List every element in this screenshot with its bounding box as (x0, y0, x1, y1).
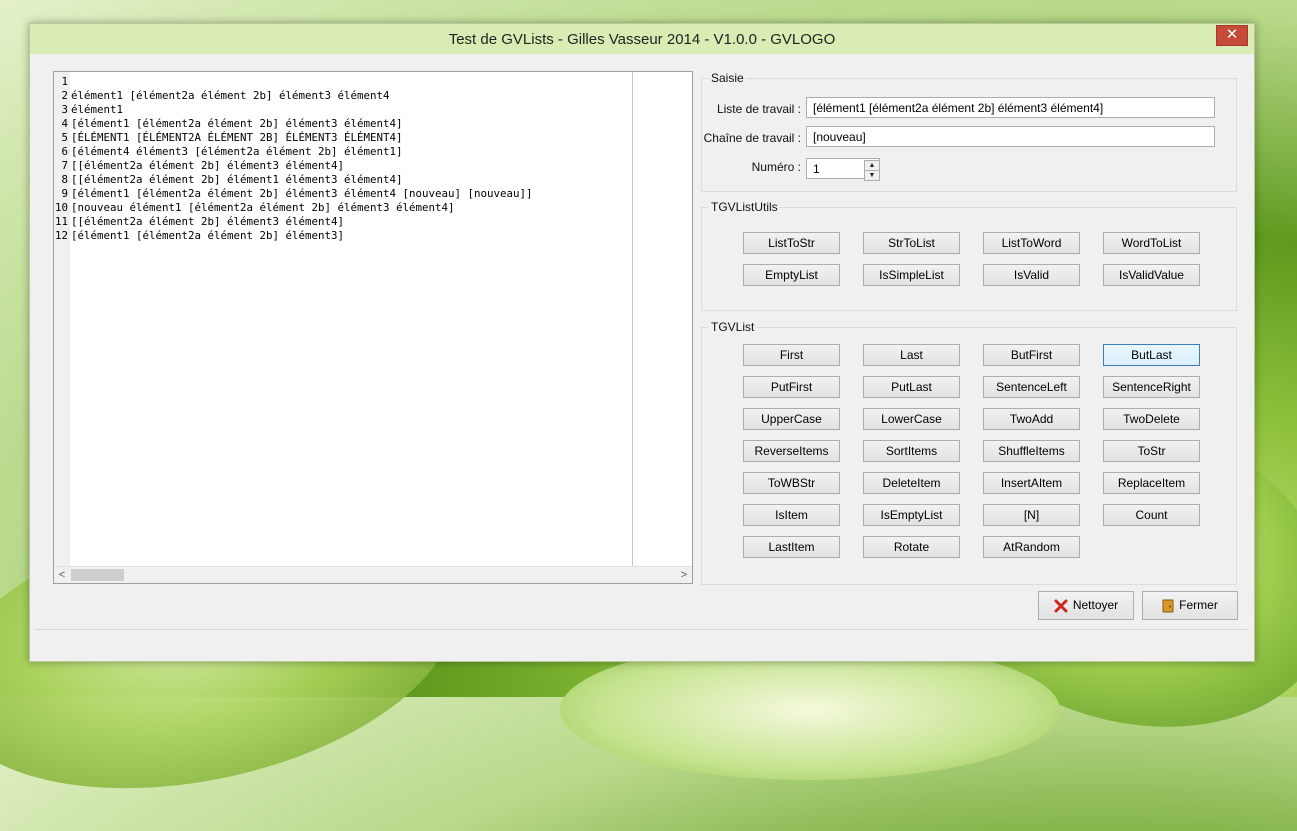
line-number: 10 (54, 201, 68, 214)
memo-line: 8 [[élément2a élément 2b] élément1 élémen… (54, 173, 533, 187)
list-count-button[interactable]: Count (1103, 504, 1200, 526)
list-uppercase-button[interactable]: UpperCase (743, 408, 840, 430)
list-sentenceright-button[interactable]: SentenceRight (1103, 376, 1200, 398)
utils-isvalidvalue-button[interactable]: IsValidValue (1103, 264, 1200, 286)
list-sortitems-button[interactable]: SortItems (863, 440, 960, 462)
horizontal-scrollbar[interactable]: < > (54, 566, 692, 583)
main-window: Test de GVLists - Gilles Vasseur 2014 - … (29, 23, 1255, 662)
list-atrandom-button[interactable]: AtRandom (983, 536, 1080, 558)
list-deleteitem-button[interactable]: DeleteItem (863, 472, 960, 494)
line-number: 9 (61, 187, 68, 200)
list-twodelete-button[interactable]: TwoDelete (1103, 408, 1200, 430)
chaine-label: Chaîne de travail : (703, 131, 801, 145)
memo-line: 2 élément1 [élément2a élément 2b] élément… (54, 89, 533, 103)
list-lowercase-button[interactable]: LowerCase (863, 408, 960, 430)
memo-line: 3 élément1 (54, 103, 533, 117)
memo-line: 4 [élément1 [élément2a élément 2b] élémen… (54, 117, 533, 131)
line-text: élément1 [élément2a élément 2b] élément3… (71, 89, 390, 102)
list-first-button[interactable]: First (743, 344, 840, 366)
saisie-group-title: Saisie (709, 71, 746, 85)
utils-isvalid-button[interactable]: IsValid (983, 264, 1080, 286)
list-butfirst-button[interactable]: ButFirst (983, 344, 1080, 366)
list-putfirst-button[interactable]: PutFirst (743, 376, 840, 398)
memo-line: 5 [ÉLÉMENT1 [ÉLÉMENT2A ÉLÉMENT 2B] ÉLÉMEN… (54, 131, 533, 145)
liste-label: Liste de travail : (716, 102, 801, 116)
nettoyer-button[interactable]: Nettoyer (1038, 591, 1134, 620)
tgvlistutils-group: TGVListUtils (701, 200, 1237, 311)
spin-down-button[interactable]: ▼ (864, 170, 880, 181)
close-button[interactable]: ✕ (1216, 25, 1248, 46)
line-number: 1 (61, 75, 68, 88)
line-text: [ÉLÉMENT1 [ÉLÉMENT2A ÉLÉMENT 2B] ÉLÉMENT… (71, 131, 403, 144)
list-sentenceleft-button[interactable]: SentenceLeft (983, 376, 1080, 398)
line-number: 11 (54, 215, 68, 228)
utils-listtoword-button[interactable]: ListToWord (983, 232, 1080, 254)
utils-wordtolist-button[interactable]: WordToList (1103, 232, 1200, 254)
line-text: [[élément2a élément 2b] élément3 élément… (71, 215, 345, 228)
memo-line: 12 [élément1 [élément2a élément 2b] éléme… (54, 229, 533, 243)
list-butlast-button[interactable]: ButLast (1103, 344, 1200, 366)
line-text: [élément4 élément3 [élément2a élément 2b… (71, 145, 403, 158)
nettoyer-label: Nettoyer (1072, 598, 1119, 612)
list-isemptylist-button[interactable]: IsEmptyList (863, 504, 960, 526)
scroll-right-arrow[interactable]: > (676, 567, 692, 583)
line-text: élément1 (71, 103, 124, 116)
utils-issimplelist-button[interactable]: IsSimpleList (863, 264, 960, 286)
list-replaceitem-button[interactable]: ReplaceItem (1103, 472, 1200, 494)
list-tostr-button[interactable]: ToStr (1103, 440, 1200, 462)
line-text: [élément1 [élément2a élément 2b] élément… (71, 187, 533, 200)
line-number: 6 (61, 145, 68, 158)
line-text: [nouveau élément1 [élément2a élément 2b]… (71, 201, 455, 214)
memo-line: 11 [[élément2a élément 2b] élément3 éléme… (54, 215, 533, 229)
right-margin-line (632, 72, 633, 566)
memo-lines: 1 2 élément1 [élément2a élément 2b] élémen… (54, 75, 533, 243)
tgvlist-group-title: TGVList (709, 320, 757, 334)
line-text: [élément1 [élément2a élément 2b] élément… (71, 229, 345, 242)
list-lastitem-button[interactable]: LastItem (743, 536, 840, 558)
scroll-thumb[interactable] (71, 569, 124, 581)
memo-line: 1 (54, 75, 533, 89)
memo-line: 6 [élément4 élément3 [élément2a élément 2… (54, 145, 533, 159)
line-text: [[élément2a élément 2b] élément1 élément… (71, 173, 403, 186)
list-shuffleitems-button[interactable]: ShuffleItems (983, 440, 1080, 462)
door-icon (1162, 599, 1174, 613)
utils-emptylist-button[interactable]: EmptyList (743, 264, 840, 286)
scroll-left-arrow[interactable]: < (54, 567, 70, 583)
window-title: Test de GVLists - Gilles Vasseur 2014 - … (448, 31, 836, 48)
utils-strtolist-button[interactable]: StrToList (863, 232, 960, 254)
title-bar[interactable]: Test de GVLists - Gilles Vasseur 2014 - … (30, 24, 1254, 54)
chaine-de-travail-input[interactable]: [nouveau] (806, 126, 1215, 147)
memo-line: 10 [nouveau élément1 [élément2a élément 2… (54, 201, 533, 215)
list-twoadd-button[interactable]: TwoAdd (983, 408, 1080, 430)
tgvlistutils-group-title: TGVListUtils (709, 200, 780, 214)
utils-listtostr-button[interactable]: ListToStr (743, 232, 840, 254)
line-text: [élément1 [élément2a élément 2b] élément… (71, 117, 403, 130)
red-x-icon (1054, 599, 1068, 613)
line-number: 7 (61, 159, 68, 172)
fermer-button[interactable]: Fermer (1142, 591, 1238, 620)
memo-line: 9 [élément1 [élément2a élément 2b] élémen… (54, 187, 533, 201)
list-reverseitems-button[interactable]: ReverseItems (743, 440, 840, 462)
list-putlast-button[interactable]: PutLast (863, 376, 960, 398)
list-isitem-button[interactable]: IsItem (743, 504, 840, 526)
line-number: 4 (61, 117, 68, 130)
line-number: 2 (61, 89, 68, 102)
output-memo[interactable]: 1 2 élément1 [élément2a élément 2b] élémen… (53, 71, 693, 584)
line-text (69, 75, 71, 89)
line-number: 8 (61, 173, 68, 186)
list-towbstr-button[interactable]: ToWBStr (743, 472, 840, 494)
line-number: 5 (61, 131, 68, 144)
liste-de-travail-input[interactable]: [élément1 [élément2a élément 2b] élément… (806, 97, 1215, 118)
list-insertaitem-button[interactable]: InsertAItem (983, 472, 1080, 494)
line-number: 12 (54, 229, 68, 242)
fermer-label: Fermer (1179, 598, 1218, 612)
numero-label: Numéro : (751, 160, 801, 174)
list-last-button[interactable]: Last (863, 344, 960, 366)
list-n-button[interactable]: [N] (983, 504, 1080, 526)
line-number: 3 (61, 103, 68, 116)
status-bar (35, 629, 1247, 630)
list-rotate-button[interactable]: Rotate (863, 536, 960, 558)
line-text: [[élément2a élément 2b] élément3 élément… (71, 159, 345, 172)
memo-line: 7 [[élément2a élément 2b] élément3 élémen… (54, 159, 533, 173)
